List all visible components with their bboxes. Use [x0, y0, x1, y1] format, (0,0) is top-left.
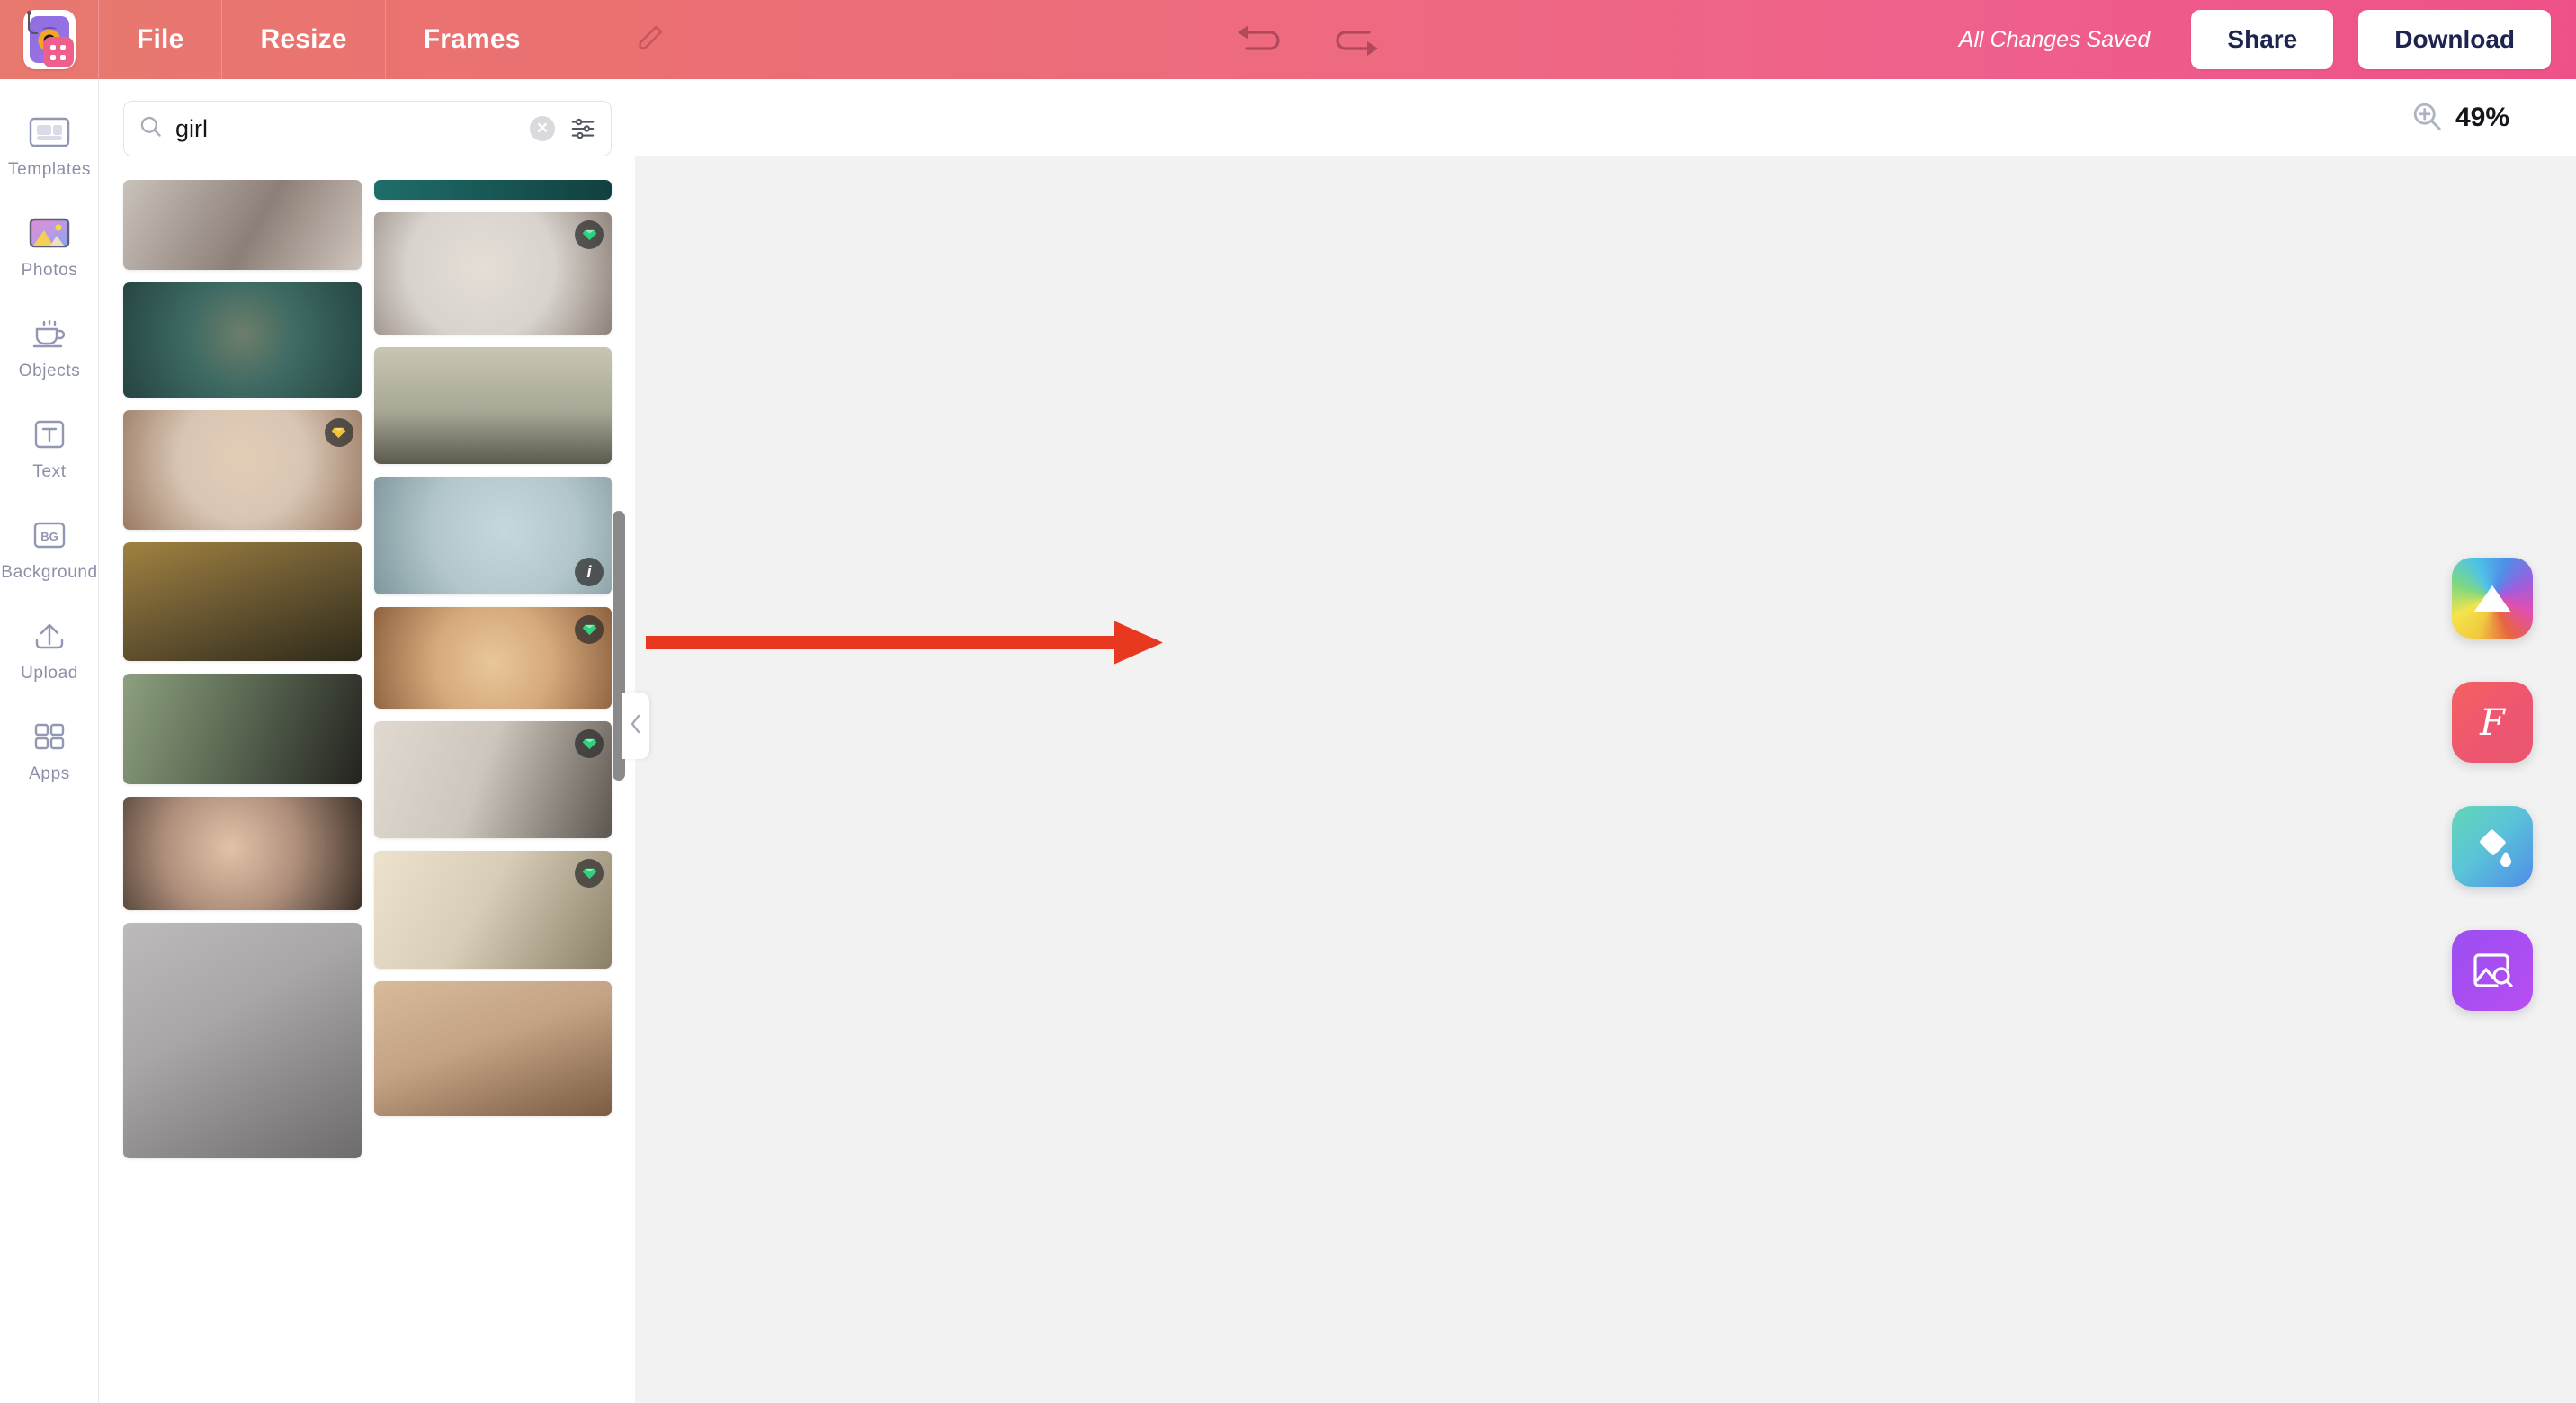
paint-bucket-icon — [2472, 826, 2513, 867]
photo-girl-sunglasses-red[interactable] — [373, 607, 612, 709]
pencil-icon[interactable] — [635, 22, 666, 58]
redo-icon[interactable] — [1329, 21, 1382, 58]
menu-resize-label: Resize — [260, 24, 347, 54]
upload-icon — [29, 615, 70, 657]
photo-girl-purple-hair[interactable] — [373, 212, 612, 335]
search-input[interactable]: girl ✕ — [123, 101, 612, 156]
sidebar-item-photos[interactable]: Photos — [0, 212, 99, 281]
undo-icon[interactable] — [1234, 21, 1286, 58]
save-status: All Changes Saved — [1958, 26, 2151, 52]
photo-woman-red-road[interactable] — [373, 347, 612, 464]
download-button[interactable]: Download — [2358, 10, 2552, 69]
logo-hook-icon — [26, 11, 38, 34]
gem-green-icon — [575, 615, 604, 644]
gem-gold-icon — [324, 418, 353, 447]
photo-girl-smiling-school[interactable] — [123, 410, 362, 530]
photo-woman-blue-blazer[interactable]: i — [373, 477, 612, 594]
share-button[interactable]: Share — [2191, 10, 2334, 69]
app-logo[interactable] — [0, 0, 99, 79]
photo-girl-window-light[interactable] — [373, 721, 612, 838]
search-input-value: girl — [175, 114, 209, 142]
gem-green-icon — [575, 729, 604, 758]
menu-resize[interactable]: Resize — [222, 0, 386, 79]
left-rail: Templates Photos Objects Text BG Backgro… — [0, 79, 99, 1403]
image-search-icon — [2472, 950, 2513, 991]
chevron-left-icon — [628, 712, 644, 740]
sidebar-label-background: Background — [1, 563, 98, 582]
photo-girl-portrait-hands[interactable] — [123, 797, 362, 910]
collapse-panel-button[interactable] — [622, 693, 649, 759]
sidebar-label-objects: Objects — [18, 362, 81, 380]
info-icon[interactable]: i — [575, 558, 604, 586]
tool-image-search-button[interactable] — [2452, 930, 2533, 1011]
photos-icon — [29, 212, 70, 254]
app-header: File Resize Frames All Changes Saved Sha — [0, 0, 2576, 79]
photo-girl-autumn-leaves[interactable] — [123, 282, 362, 398]
photo-girl-teal-strip[interactable] — [373, 180, 612, 200]
search-row: girl ✕ — [100, 79, 635, 165]
logo-apps-badge-icon — [42, 37, 74, 67]
photo-girl-forest-bench[interactable] — [123, 542, 362, 661]
text-icon — [29, 414, 70, 455]
sidebar-item-background[interactable]: BG Background — [0, 514, 99, 583]
photo-girl-braids-park[interactable] — [123, 674, 362, 784]
background-icon: BG — [27, 514, 72, 556]
menu-file[interactable]: File — [99, 0, 223, 79]
photo-grid-left-column — [123, 180, 362, 1403]
gem-green-icon — [575, 859, 604, 888]
filter-sliders-icon[interactable] — [569, 115, 596, 142]
objects-icon — [29, 313, 70, 354]
svg-text:BG: BG — [40, 530, 58, 543]
workspace — [635, 79, 2576, 1403]
apps-icon — [29, 716, 70, 757]
photo-grid-right-column: i — [373, 180, 612, 1403]
photos-panel: girl ✕ i — [100, 79, 635, 1403]
close-icon[interactable]: ✕ — [530, 116, 555, 141]
floating-tools: F — [2452, 558, 2533, 1011]
sidebar-label-templates: Templates — [8, 160, 91, 179]
menu-frames[interactable]: Frames — [386, 0, 559, 79]
sidebar-label-apps: Apps — [29, 764, 70, 783]
sidebar-label-photos: Photos — [21, 261, 78, 280]
tool-fill-button[interactable] — [2452, 806, 2533, 887]
menu-frames-label: Frames — [423, 24, 521, 54]
menu-file-label: File — [137, 24, 184, 54]
photo-girl-pink-dress[interactable] — [123, 923, 362, 1158]
svg-text:F: F — [2479, 702, 2506, 744]
zoom-level-value: 49% — [2455, 103, 2509, 132]
photo-grid: i — [100, 180, 635, 1403]
sidebar-label-upload: Upload — [21, 664, 78, 683]
zoom-control[interactable]: 49% — [2411, 100, 2509, 137]
photo-woman-yoga-floor[interactable] — [373, 981, 612, 1116]
tool-fonts-button[interactable]: F — [2452, 682, 2533, 763]
sidebar-item-upload[interactable]: Upload — [0, 615, 99, 684]
gem-green-icon — [575, 220, 604, 249]
search-icon — [139, 114, 163, 143]
font-f-icon: F — [2473, 701, 2512, 744]
photo-girl-hallway-book[interactable] — [123, 180, 362, 270]
sidebar-label-text: Text — [32, 462, 67, 481]
sidebar-item-text[interactable]: Text — [0, 414, 99, 482]
color-wheel-icon — [2472, 580, 2513, 616]
sidebar-item-objects[interactable]: Objects — [0, 313, 99, 381]
sidebar-item-templates[interactable]: Templates — [0, 112, 99, 180]
zoom-bar: 49% — [635, 79, 2576, 156]
sidebar-item-apps[interactable]: Apps — [0, 716, 99, 784]
zoom-in-icon[interactable] — [2411, 100, 2443, 137]
tool-effects-button[interactable] — [2452, 558, 2533, 639]
photo-girl-curly-smiling[interactable] — [373, 851, 612, 969]
templates-icon — [29, 112, 70, 153]
